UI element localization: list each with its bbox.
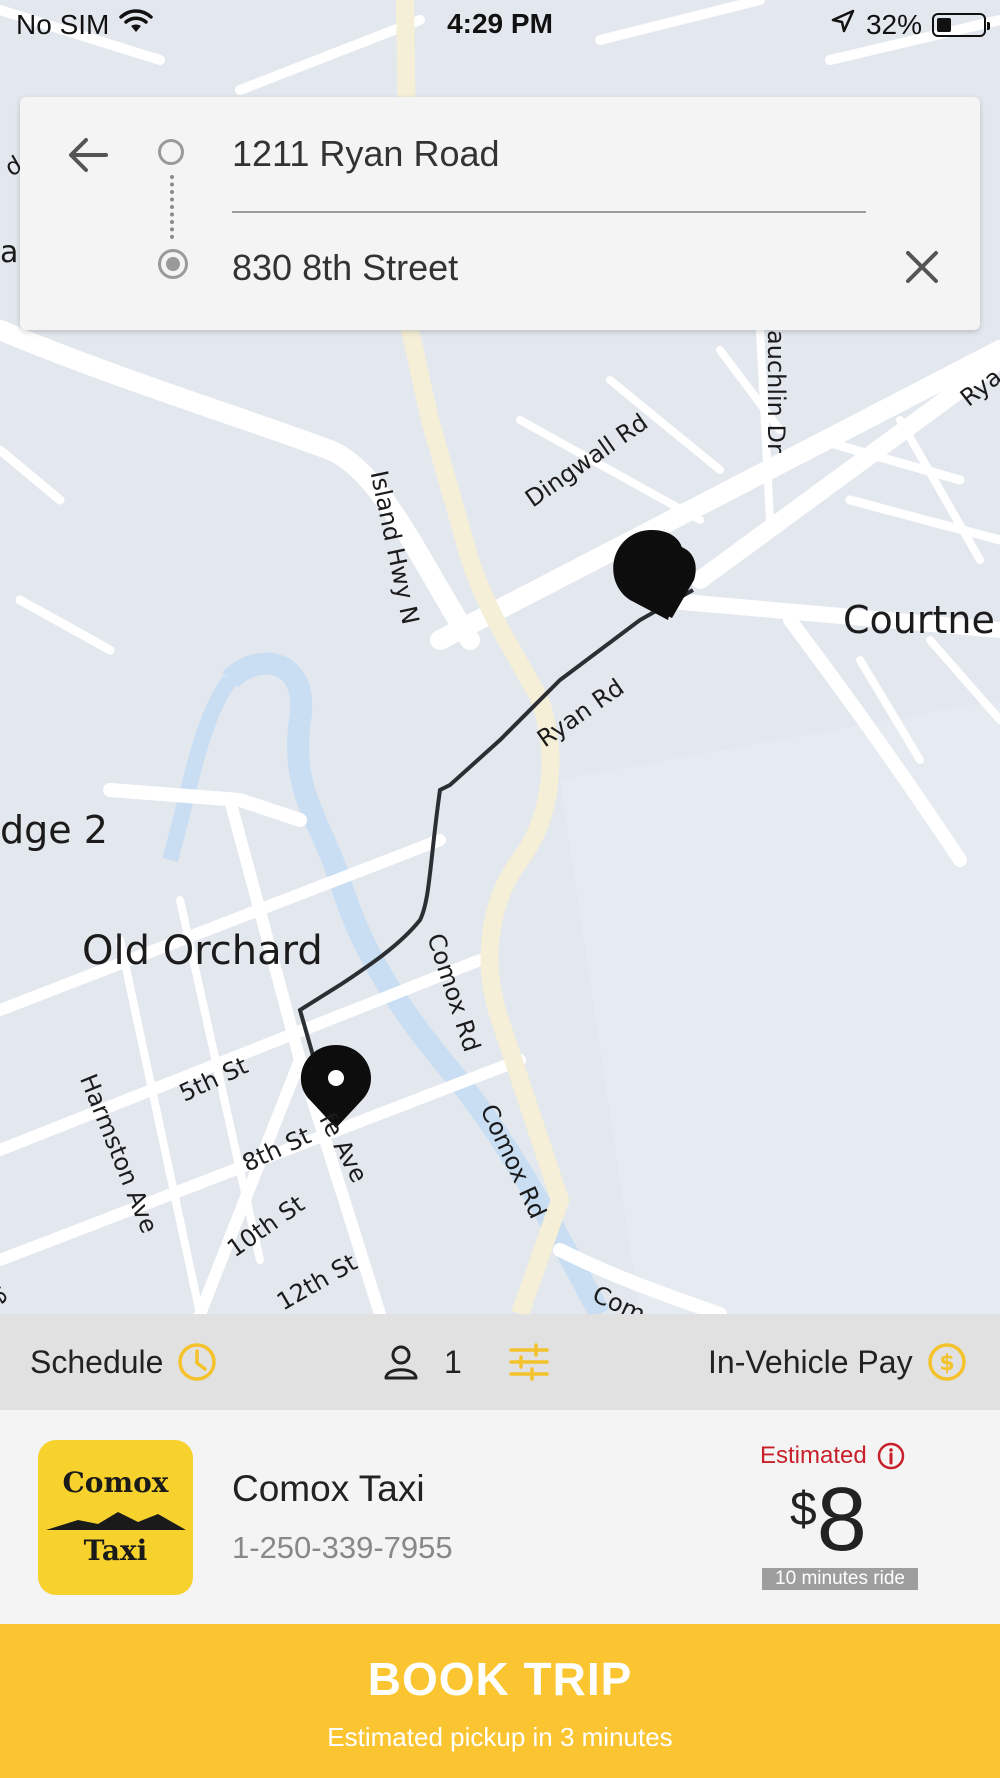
dollar-coin-icon: $ [927,1343,966,1381]
passenger-count[interactable]: 1 [382,1314,462,1410]
schedule-button[interactable]: Schedule [30,1314,217,1410]
map-label-left-a: a [0,235,19,270]
estimated-label: Estimated [760,1442,905,1470]
clock-icon [178,1343,217,1381]
schedule-label: Schedule [30,1343,164,1380]
field-divider [232,211,866,213]
map-label-ridge-2: dge 2 [0,808,108,852]
logo-text-bottom: Taxi [83,1534,148,1567]
provider-name: Comox Taxi [232,1468,425,1509]
clear-destination-button[interactable] [900,245,944,289]
status-bar: No SIM 4:29 PM 32% [0,0,1000,50]
provider-phone[interactable]: 1-250-339-7955 [232,1530,453,1566]
battery-percent: 32% [865,8,922,40]
payment-method-button[interactable]: In-Vehicle Pay $ [708,1314,967,1410]
back-arrow-icon [69,138,108,172]
map-label-courtenay: Courtne [843,598,995,642]
route-input-card: 1211 Ryan Road 830 8th Street [20,97,980,330]
pickup-estimate: Estimated pickup in 3 minutes [327,1722,673,1752]
battery-icon [932,12,990,37]
payment-label: In-Vehicle Pay [708,1343,913,1380]
location-arrow-icon [830,8,856,41]
close-icon [906,251,938,283]
destination-field[interactable]: 830 8th Street [232,247,458,289]
filter-button[interactable] [508,1314,550,1410]
person-icon [384,1345,418,1380]
origin-field[interactable]: 1211 Ryan Road [232,133,500,175]
provider-card[interactable]: Comox Taxi Comox Taxi 1-250-339-7955 Est… [0,1410,1000,1624]
price-amount: 8 [816,1470,867,1570]
estimated-text: Estimated [760,1442,867,1469]
currency-symbol: $ [790,1483,817,1536]
book-trip-button[interactable]: BOOK TRIP Estimated pickup in 3 minutes [0,1624,1000,1778]
price: $ 8 [790,1470,867,1570]
book-trip-title: BOOK TRIP [367,1653,633,1705]
destination-dot-icon [158,249,188,279]
trip-options-bar: Schedule 1 In-Vehicle Pay $ [0,1314,1000,1410]
sliders-icon [509,1343,549,1381]
ride-duration-badge: 10 minutes ride [762,1568,918,1590]
passenger-count-value: 1 [444,1343,462,1380]
logo-text-top: Comox [62,1466,169,1499]
svg-text:$: $ [939,1351,954,1376]
map-label-old-orchard: Old Orchard [82,928,323,974]
map-label-mclauchlin: auchlin Dr [762,330,790,453]
origin-dot-icon [158,139,184,165]
back-button[interactable] [60,127,116,183]
info-icon[interactable] [877,1442,905,1470]
provider-logo: Comox Taxi [38,1440,193,1595]
route-connector [170,175,174,239]
